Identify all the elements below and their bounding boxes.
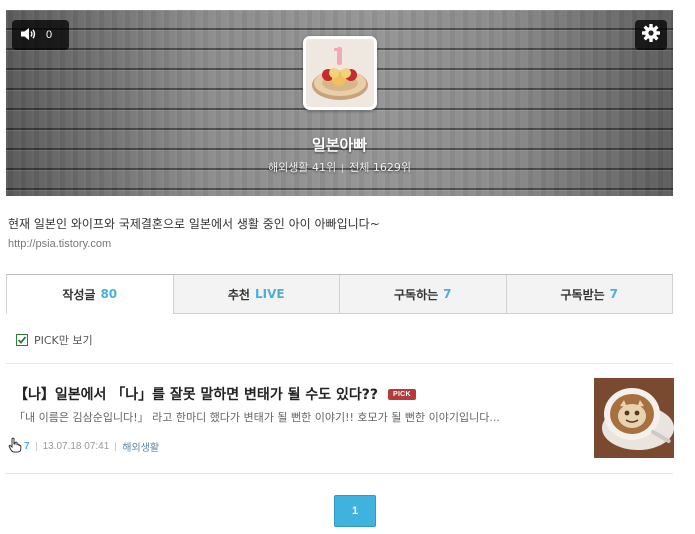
pick-only-label: PICK만 보기 <box>34 334 93 347</box>
blog-description: 현재 일본인 와이프와 국제결혼으로 일본에서 생활 중인 아이 아빠입니다~ <box>8 217 380 231</box>
meta-divider <box>115 442 117 451</box>
sound-button[interactable]: 0 <box>12 20 69 50</box>
tab-subscribing[interactable]: 구독하는 7 <box>339 275 506 314</box>
blog-url-link[interactable]: http://psia.tistory.com <box>8 238 111 250</box>
post-thumbnail[interactable] <box>594 378 674 458</box>
blog-avatar[interactable] <box>303 36 377 110</box>
page-1-button[interactable]: 1 <box>334 495 376 527</box>
meta-divider <box>35 442 37 451</box>
pick-badge: PICK <box>387 388 416 400</box>
tab-posts-label: 작성글 <box>62 287 96 302</box>
post-title-link[interactable]: 【나】일본에서 「나」를 잘못 말하면 변태가 될 수도 있다?? <box>14 384 378 404</box>
overall-rank: 전체 1629위 <box>349 161 411 174</box>
blog-title[interactable]: 일본아빠 <box>6 134 673 155</box>
post-excerpt[interactable]: 「내 이름은 김삼순입니다!」 라고 한마디 했다가 변태가 될 뻔한 이야기!… <box>14 409 586 425</box>
hand-pointer-icon[interactable] <box>8 437 22 456</box>
tab-subscribers-count: 7 <box>609 287 619 301</box>
post-date: 13.07.18 07:41 <box>42 441 110 452</box>
checkmark-icon <box>17 336 27 344</box>
rank-divider <box>342 163 344 173</box>
tab-recommend-label: 추천 <box>227 287 250 302</box>
tab-subscribing-count: 7 <box>443 287 452 301</box>
birthday-cake-image <box>306 39 374 107</box>
latte-art-image <box>594 378 674 458</box>
tab-posts[interactable]: 작성글 80 <box>6 275 173 314</box>
content-tabs: 작성글 80 추천 LIVE 구독하는 7 구독받는 7 <box>6 274 673 314</box>
blog-header-banner: 0 일본아빠 해외생활 41위 전체 1629위 <box>6 10 673 196</box>
speaker-icon <box>20 27 38 44</box>
tab-subscribing-label: 구독하는 <box>393 287 439 302</box>
tab-posts-count: 80 <box>100 287 118 301</box>
like-count: 7 <box>24 441 30 452</box>
tab-recommend-live: LIVE <box>254 287 285 301</box>
tab-subscribers-label: 구독받는 <box>560 287 605 302</box>
pick-only-filter[interactable]: PICK만 보기 <box>16 332 93 348</box>
pick-only-checkbox[interactable] <box>16 334 28 346</box>
tab-subscribers[interactable]: 구독받는 7 <box>505 275 673 314</box>
post-category-link[interactable]: 해외생활 <box>122 439 159 454</box>
gear-icon <box>641 23 661 47</box>
post-title-row: 【나】일본에서 「나」를 잘못 말하면 변태가 될 수도 있다?? PICK <box>14 384 416 404</box>
settings-button[interactable] <box>635 20 667 50</box>
post-meta: 7 13.07.18 07:41 해외생활 <box>8 437 159 456</box>
list-divider-bottom <box>6 473 673 474</box>
blog-rank-stats: 해외생활 41위 전체 1629위 <box>6 159 673 175</box>
list-divider-top <box>6 363 673 364</box>
tab-recommend[interactable]: 추천 LIVE <box>172 275 339 314</box>
sound-count: 0 <box>46 29 53 41</box>
category-rank: 해외생활 41위 <box>268 161 337 174</box>
